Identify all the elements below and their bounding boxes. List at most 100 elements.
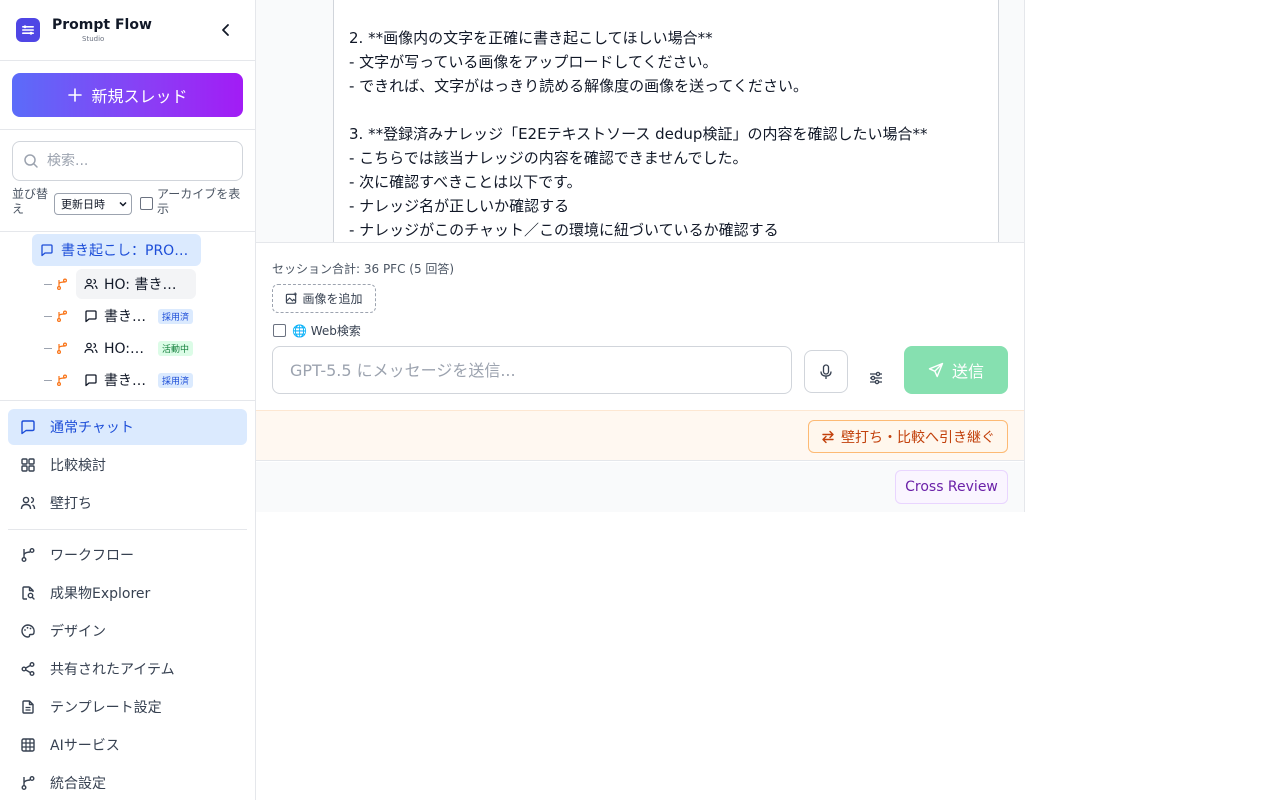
add-image-label: 画像を追加 (302, 292, 363, 306)
document-icon (22, 700, 34, 714)
divider (8, 529, 247, 530)
chevron-left-icon (222, 24, 229, 36)
nav-shared-items[interactable]: 共有されたアイテム (8, 651, 247, 687)
new-thread-button[interactable]: 新規スレッド (12, 73, 243, 117)
users-icon (84, 278, 98, 290)
nav-label: 統合設定 (50, 776, 106, 792)
thread-root-title: 書き起こし：PROMPT... (61, 243, 191, 259)
thread-root-item[interactable]: 書き起こし：PROMPT... (32, 234, 201, 266)
message-line: - 次に確認すべきことは以下です。 (349, 173, 582, 191)
sliders-icon (870, 371, 882, 385)
file-search-icon (22, 586, 35, 600)
message-line: - こちらでは該当ナレッジの内容を確認できませんでした。 (349, 149, 748, 167)
session-total: セッション合計: 36 PFC (5 回答) (272, 262, 455, 276)
tree-connector (44, 315, 52, 317)
thread-child-item[interactable]: 書き起こし 採用済 (44, 365, 201, 395)
nav-artifact-explorer[interactable]: 成果物Explorer (8, 575, 247, 611)
handoff-button[interactable]: 壁打ち・比較へ引き継ぐ (808, 420, 1008, 453)
nav-label: テンプレート設定 (50, 700, 162, 716)
tree-connector (44, 347, 52, 349)
nav-label: ワークフロー (50, 548, 134, 564)
send-icon (928, 362, 944, 378)
web-search-toggle[interactable]: 🌐 Web検索 (273, 322, 361, 339)
sidebar: Prompt Flow Studio 新規スレッド 並び替え 更新日時 アーカイ… (0, 0, 256, 800)
sort-label: 並び替え (12, 187, 49, 216)
chat-icon (41, 244, 53, 257)
thread-search[interactable] (12, 141, 243, 181)
nav-workflow[interactable]: ワークフロー (8, 537, 247, 573)
brand-header: Prompt Flow Studio (0, 0, 255, 61)
sort-select-value: 更新日時 (61, 198, 105, 211)
workflow-icon (21, 548, 35, 562)
thread-child-title: HO: 書き起こし (104, 277, 188, 293)
thread-child-item[interactable]: 書き起こし 採用済 (44, 301, 201, 331)
mode-sparring[interactable]: 壁打ち (8, 485, 247, 521)
review-bar: Cross Review (256, 462, 1024, 512)
message-input-wrapper[interactable] (272, 346, 792, 394)
archive-checkbox[interactable] (140, 197, 153, 210)
microphone-icon (820, 363, 832, 379)
new-thread-label: 新規スレッド (91, 87, 188, 106)
search-input[interactable] (47, 153, 227, 169)
table-icon (21, 738, 35, 752)
chat-icon (21, 420, 35, 435)
web-search-checkbox[interactable] (273, 324, 286, 337)
voice-input-button[interactable] (804, 350, 848, 393)
mode-compare[interactable]: 比較検討 (8, 447, 247, 483)
message-line: 3. **登録済みナレッジ「E2Eテキストソース dedup検証」の内容を確認し… (349, 125, 928, 143)
plus-icon (68, 88, 83, 102)
message-line: 2. **画像内の文字を正確に書き起こしてほしい場合** (349, 29, 713, 47)
thread-child-item[interactable]: HO: 書き起こし (44, 269, 196, 299)
message-input[interactable] (290, 360, 770, 380)
branch-icon (56, 373, 70, 387)
status-badge: 活動中 (158, 340, 194, 356)
thread-child-body[interactable]: 書き起こし 採用済 (76, 301, 201, 331)
tree-connector (44, 379, 52, 381)
thread-child-title: HO: 書き起こし (104, 341, 146, 357)
grid-icon (21, 458, 35, 472)
app-subtitle: Studio (82, 35, 105, 43)
thread-child-body[interactable]: 書き起こし 採用済 (76, 365, 201, 395)
archive-toggle[interactable]: アーカイブを表示 (140, 187, 250, 217)
add-image-button[interactable]: 画像を追加 (272, 284, 376, 313)
branch-icon (56, 309, 70, 323)
app-title: Prompt Flow (52, 17, 152, 33)
chevron-down-icon (119, 201, 127, 207)
cross-review-label: Cross Review (905, 479, 998, 495)
sort-select[interactable]: 更新日時 (54, 193, 132, 215)
status-badge: 採用済 (158, 372, 194, 388)
chat-scroll-area[interactable]: 2. **画像内の文字を正確に書き起こしてほしい場合** - 文字が写っている画… (256, 0, 1024, 243)
mode-label: 比較検討 (50, 458, 106, 474)
divider (0, 400, 255, 401)
integration-icon (21, 776, 35, 790)
message-composer: セッション合計: 36 PFC (5 回答) 画像を追加 🌐 Web検索 送信 (256, 244, 1024, 410)
mode-normal-chat[interactable]: 通常チャット (8, 409, 247, 445)
model-settings-button[interactable] (864, 366, 888, 390)
nav-template-settings[interactable]: テンプレート設定 (8, 689, 247, 725)
thread-child-body[interactable]: HO: 書き起こし (76, 269, 196, 299)
thread-child-item[interactable]: HO: 書き起こし 活動中 (44, 333, 201, 363)
nav-ai-services[interactable]: AIサービス (8, 727, 247, 763)
share-icon (21, 662, 35, 676)
nav-label: AIサービス (50, 738, 120, 754)
image-add-icon (286, 292, 298, 304)
mode-label: 壁打ち (50, 496, 92, 512)
users-icon (84, 342, 98, 354)
main-panel: 2. **画像内の文字を正確に書き起こしてほしい場合** - 文字が写っている画… (256, 0, 1025, 512)
thread-child-title: 書き起こし (104, 309, 146, 325)
message-line: - 文字が写っている画像をアップロードしてください。 (349, 53, 718, 71)
thread-list: 書き起こし：PROMPT... HO: 書き起こし 書き起こし 採用済 (0, 232, 255, 400)
cross-review-button[interactable]: Cross Review (895, 470, 1008, 504)
nav-design[interactable]: デザイン (8, 613, 247, 649)
tree-connector (44, 283, 52, 285)
mode-label: 通常チャット (50, 420, 134, 436)
thread-child-body[interactable]: HO: 書き起こし 活動中 (76, 333, 201, 363)
nav-label: 共有されたアイテム (50, 662, 175, 678)
nav-integration-settings[interactable]: 統合設定 (8, 765, 247, 800)
status-badge: 採用済 (158, 308, 194, 324)
send-button[interactable]: 送信 (904, 346, 1008, 394)
handoff-label: 壁打ち・比較へ引き継ぐ (841, 429, 995, 446)
chat-icon (85, 374, 97, 387)
collapse-sidebar-button[interactable] (216, 20, 236, 40)
palette-icon (21, 624, 35, 638)
